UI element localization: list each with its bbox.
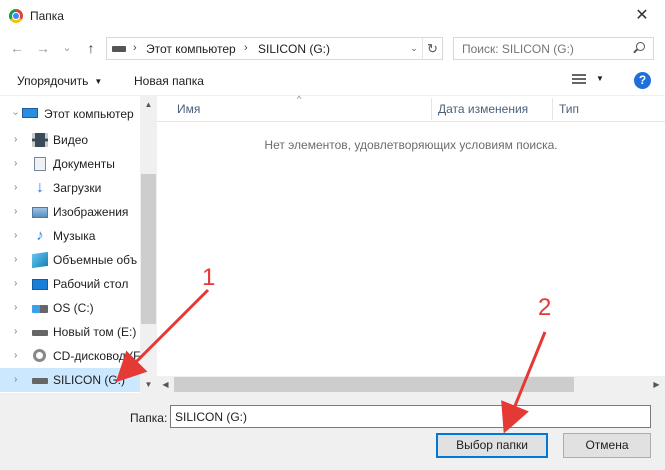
sort-arrow-icon: ^ bbox=[297, 94, 302, 104]
music-icon: ♪ bbox=[36, 227, 44, 244]
address-field[interactable]: › Этот компьютер › SILICON (G:) ⌄ ↻ bbox=[106, 37, 443, 60]
pictures-icon bbox=[32, 207, 48, 218]
chevron-right-icon[interactable]: › bbox=[14, 158, 17, 169]
scroll-down-icon[interactable]: ▼ bbox=[140, 376, 157, 393]
tree-item-label: SILICON (G:) bbox=[53, 373, 126, 387]
cd-drive-icon bbox=[33, 349, 46, 362]
chevron-right-icon[interactable]: › bbox=[14, 230, 17, 241]
tree-item-label: Этот компьютер bbox=[44, 107, 134, 121]
view-options-icon[interactable] bbox=[572, 74, 586, 86]
command-toolbar: Упорядочить ▼ Новая папка ▼ ? bbox=[0, 64, 665, 96]
tree-item-label: Рабочий стол bbox=[53, 277, 129, 291]
video-icon bbox=[32, 133, 48, 147]
drive-icon bbox=[32, 378, 48, 384]
tree-item-label: Загрузки bbox=[53, 181, 102, 195]
tree-item-silicon[interactable]: › SILICON (G:) bbox=[0, 368, 140, 392]
column-type[interactable]: Тип bbox=[553, 96, 653, 122]
tree-item-label: OS (C:) bbox=[53, 301, 94, 315]
scroll-thumb[interactable] bbox=[174, 377, 574, 392]
tree-item-label: Объемные объ bbox=[53, 253, 138, 267]
tree-item-desktop[interactable]: › Рабочий стол bbox=[0, 272, 140, 296]
empty-message: Нет элементов, удовлетворяющих условиям … bbox=[264, 138, 558, 152]
3d-objects-icon bbox=[32, 251, 48, 269]
search-input[interactable] bbox=[454, 38, 624, 59]
navigation-scrollbar[interactable]: ▲ ▼ bbox=[140, 96, 157, 393]
chevron-right-icon[interactable]: › bbox=[14, 182, 17, 193]
annotation-number-2: 2 bbox=[538, 294, 552, 321]
search-box[interactable] bbox=[453, 37, 654, 60]
navigation-pane: › Этот компьютер › Видео › Документы › ↓… bbox=[0, 96, 157, 393]
recent-locations-chevron-icon[interactable]: ⌄ bbox=[58, 40, 76, 56]
tree-item-label: Документы bbox=[53, 157, 115, 171]
scroll-right-icon[interactable]: ▶ bbox=[648, 376, 665, 393]
chrome-icon bbox=[9, 9, 23, 23]
chevron-right-icon[interactable]: › bbox=[14, 374, 17, 385]
tree-item-label: Новый том (E:) bbox=[53, 325, 137, 339]
tree-item-new-volume[interactable]: › Новый том (E:) bbox=[0, 320, 140, 344]
address-bar-row: ← → ⌄ ↑ › Этот компьютер › SILICON (G:) … bbox=[0, 32, 665, 64]
tree-item-cd-drive[interactable]: › CD-дисковод (F bbox=[0, 344, 140, 368]
tree-item-video[interactable]: › Видео bbox=[0, 128, 140, 152]
forward-arrow-icon[interactable]: → bbox=[34, 40, 52, 56]
desktop-icon bbox=[32, 279, 48, 290]
tree-item-label: CD-дисковод (F bbox=[53, 349, 141, 363]
drive-icon bbox=[32, 330, 48, 336]
tree-item-pictures[interactable]: › Изображения bbox=[0, 200, 140, 224]
tree-item-documents[interactable]: › Документы bbox=[0, 152, 140, 176]
organize-button[interactable]: Упорядочить ▼ bbox=[17, 74, 102, 88]
tree-item-label: Изображения bbox=[53, 205, 129, 219]
breadcrumb-separator-icon[interactable]: › bbox=[133, 42, 137, 54]
tree-item-music[interactable]: › ♪ Музыка bbox=[0, 224, 140, 248]
tree-item-this-pc[interactable]: › Этот компьютер bbox=[0, 102, 140, 126]
breadcrumb-silicon[interactable]: SILICON (G:) bbox=[258, 42, 330, 56]
tree-item-label: Видео bbox=[53, 133, 89, 147]
documents-icon bbox=[34, 157, 46, 171]
folder-label: Папка: bbox=[130, 411, 168, 425]
new-folder-button[interactable]: Новая папка bbox=[134, 74, 204, 88]
tree-item-downloads[interactable]: › ↓ Загрузки bbox=[0, 176, 140, 200]
window-title: Папка bbox=[30, 9, 64, 23]
breadcrumb-separator-icon[interactable]: › bbox=[244, 42, 248, 54]
chevron-right-icon[interactable]: › bbox=[14, 278, 17, 289]
breadcrumb-this-pc[interactable]: Этот компьютер bbox=[146, 42, 236, 56]
column-header: Имя ^ Дата изменения Тип bbox=[157, 94, 665, 122]
help-icon[interactable]: ? bbox=[634, 72, 651, 89]
cancel-button[interactable]: Отмена bbox=[563, 433, 651, 458]
annotation-number-1: 1 bbox=[202, 264, 216, 291]
scroll-thumb[interactable] bbox=[141, 174, 156, 324]
chevron-down-icon: ▼ bbox=[94, 77, 103, 86]
drive-icon bbox=[112, 46, 126, 52]
scroll-left-icon[interactable]: ◀ bbox=[157, 376, 174, 393]
back-arrow-icon[interactable]: ← bbox=[8, 40, 26, 56]
select-folder-button[interactable]: Выбор папки bbox=[436, 433, 548, 458]
chevron-right-icon[interactable]: › bbox=[14, 254, 17, 265]
chevron-down-icon[interactable]: ▼ bbox=[596, 74, 604, 83]
refresh-icon[interactable]: ↻ bbox=[422, 38, 442, 59]
chevron-right-icon[interactable]: › bbox=[14, 206, 17, 217]
title-bar: Папка ✕ bbox=[0, 0, 665, 32]
downloads-icon: ↓ bbox=[36, 179, 44, 196]
chevron-right-icon[interactable]: › bbox=[14, 326, 17, 337]
folder-field[interactable] bbox=[170, 405, 651, 428]
computer-icon bbox=[22, 108, 38, 118]
dialog-footer: Папка: Выбор папки Отмена bbox=[0, 393, 665, 470]
scroll-up-icon[interactable]: ▲ bbox=[140, 96, 157, 113]
chevron-right-icon[interactable]: › bbox=[14, 302, 17, 313]
address-dropdown-icon[interactable]: ⌄ bbox=[406, 38, 422, 59]
column-date-modified[interactable]: Дата изменения bbox=[432, 96, 552, 122]
tree-item-label: Музыка bbox=[53, 229, 96, 243]
tree-item-3d-objects[interactable]: › Объемные объ bbox=[0, 248, 140, 272]
horizontal-scrollbar[interactable]: ◀ ▶ bbox=[157, 376, 665, 393]
tree-item-os-drive[interactable]: › OS (C:) bbox=[0, 296, 140, 320]
file-list-pane: Имя ^ Дата изменения Тип Нет элементов, … bbox=[157, 94, 665, 393]
search-icon[interactable] bbox=[636, 42, 645, 51]
up-arrow-icon[interactable]: ↑ bbox=[82, 40, 100, 56]
close-button[interactable]: ✕ bbox=[619, 0, 665, 32]
chevron-right-icon[interactable]: › bbox=[14, 134, 17, 145]
organize-label: Упорядочить bbox=[17, 74, 89, 88]
chevron-right-icon[interactable]: › bbox=[14, 350, 17, 361]
chevron-down-icon[interactable]: › bbox=[10, 112, 21, 115]
os-drive-icon bbox=[32, 305, 48, 313]
